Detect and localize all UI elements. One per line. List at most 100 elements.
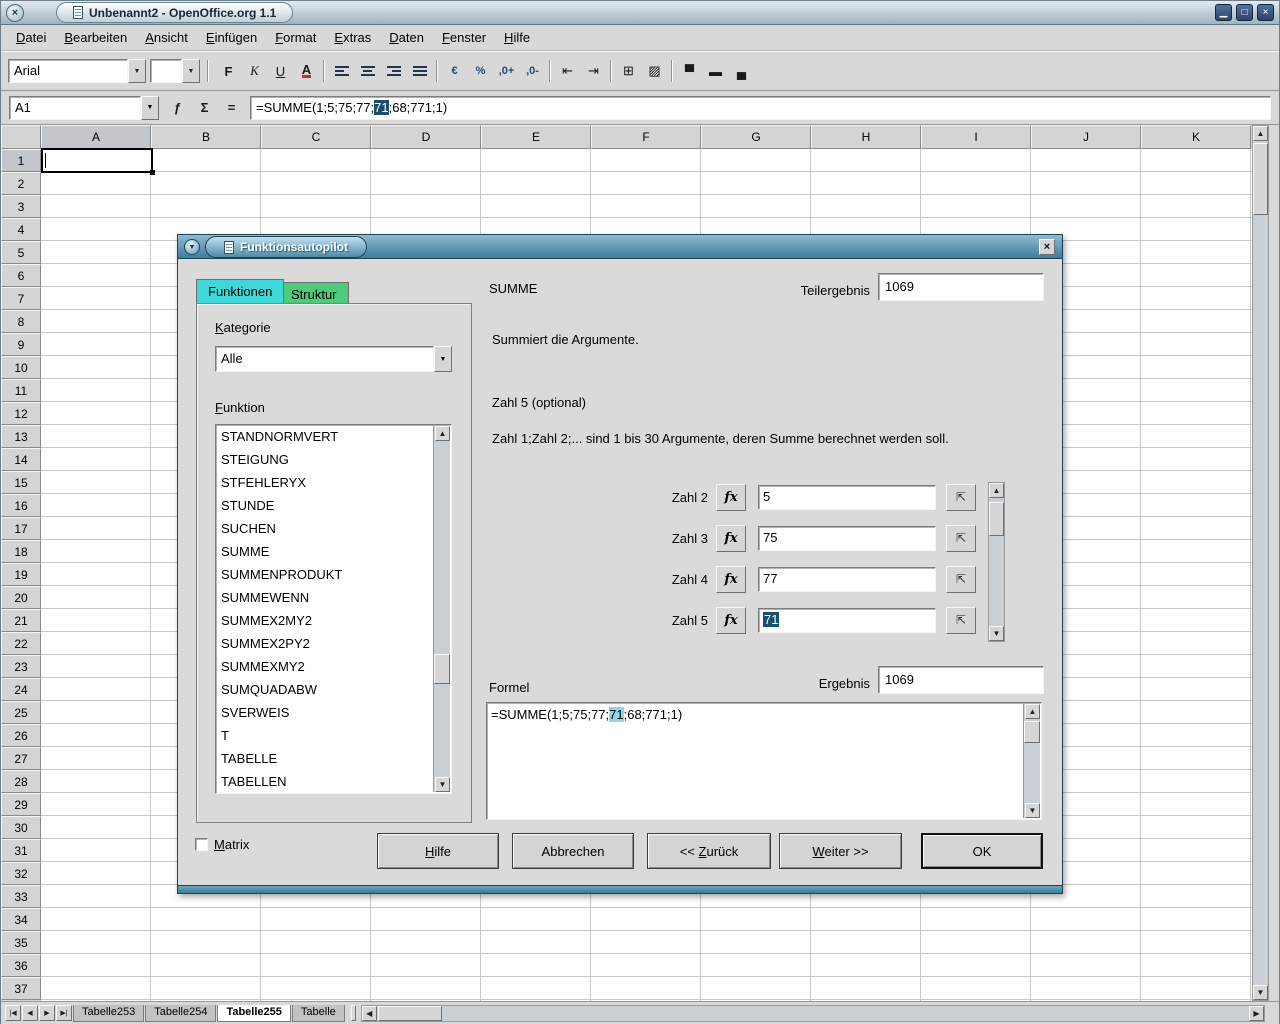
font-size-combo[interactable]: ▼ <box>150 59 200 83</box>
formula-textarea-scrollbar-thumb[interactable] <box>1024 721 1040 743</box>
tab-struktur[interactable]: Struktur <box>279 282 349 303</box>
dialog-shade-button[interactable]: ▼ <box>184 239 200 255</box>
font-name-dropdown-button[interactable]: ▼ <box>128 59 146 83</box>
row-header-2[interactable]: 2 <box>1 172 41 195</box>
argument-input[interactable]: 75 <box>758 526 936 551</box>
column-header-A[interactable]: A <box>41 125 151 149</box>
help-button[interactable]: Hilfe <box>377 833 499 869</box>
function-list-scrollbar-thumb[interactable] <box>434 654 450 684</box>
row-header-9[interactable]: 9 <box>1 333 41 356</box>
row-header-25[interactable]: 25 <box>1 701 41 724</box>
font-name-combo[interactable]: Arial ▼ <box>8 59 146 83</box>
tab-splitter-handle[interactable] <box>351 1005 356 1021</box>
row-header-1[interactable]: 1 <box>1 149 41 172</box>
row-header-8[interactable]: 8 <box>1 310 41 333</box>
column-header-D[interactable]: D <box>371 125 481 149</box>
sheet-tab-tabelle255[interactable]: Tabelle255 <box>217 1005 290 1022</box>
shrink-button[interactable]: ⇱ <box>946 484 976 511</box>
insert-function-button[interactable]: fx <box>716 525 746 552</box>
italic-button[interactable]: K <box>242 59 267 83</box>
align-justify-button[interactable] <box>407 59 432 83</box>
menu-extras[interactable]: Extras <box>325 27 380 48</box>
column-header-F[interactable]: F <box>591 125 701 149</box>
font-color-button[interactable]: A <box>294 59 319 83</box>
category-dropdown-button[interactable]: ▼ <box>434 346 452 372</box>
scroll-down-button[interactable]: ▼ <box>435 777 450 792</box>
last-sheet-button[interactable]: ▶| <box>56 1005 72 1021</box>
argument-scrollbar[interactable]: ▲ ▼ <box>988 482 1005 642</box>
background-color-button[interactable]: ▨ <box>642 59 667 83</box>
function-item-steigung[interactable]: STEIGUNG <box>217 449 433 472</box>
function-item-summex2my2[interactable]: SUMMEX2MY2 <box>217 610 433 633</box>
add-decimal-place-button[interactable]: ,0+ <box>494 59 519 83</box>
cell-reference-field[interactable]: A1 <box>9 96 141 120</box>
function-item-summex2py2[interactable]: SUMMEX2PY2 <box>217 633 433 656</box>
function-item-stfehleryx[interactable]: STFEHLERYX <box>217 472 433 495</box>
align-left-button[interactable] <box>329 59 354 83</box>
ok-button[interactable]: OK <box>921 833 1043 869</box>
next-button[interactable]: Weiter >> <box>779 833 902 869</box>
row-header-14[interactable]: 14 <box>1 448 41 471</box>
row-header-21[interactable]: 21 <box>1 609 41 632</box>
menu-format[interactable]: Format <box>266 27 325 48</box>
close-button[interactable]: × <box>1257 4 1274 21</box>
font-name-field[interactable]: Arial <box>8 59 128 83</box>
menu-ansicht[interactable]: Ansicht <box>136 27 197 48</box>
menu-daten[interactable]: Daten <box>380 27 433 48</box>
column-header-C[interactable]: C <box>261 125 371 149</box>
function-list-scrollbar[interactable]: ▲ ▼ <box>433 426 450 792</box>
borders-button[interactable]: ⊞ <box>616 59 641 83</box>
function-item-stunde[interactable]: STUNDE <box>217 495 433 518</box>
function-item-summewenn[interactable]: SUMMEWENN <box>217 587 433 610</box>
row-header-7[interactable]: 7 <box>1 287 41 310</box>
horizontal-scrollbar[interactable]: ◀ ▶ <box>361 1005 1265 1022</box>
insert-function-button[interactable]: fx <box>716 607 746 634</box>
row-header-20[interactable]: 20 <box>1 586 41 609</box>
row-header-28[interactable]: 28 <box>1 770 41 793</box>
scroll-down-button[interactable]: ▼ <box>1253 985 1268 1000</box>
underline-button[interactable]: U <box>268 59 293 83</box>
row-header-16[interactable]: 16 <box>1 494 41 517</box>
row-header-6[interactable]: 6 <box>1 264 41 287</box>
delete-decimal-place-button[interactable]: ,0- <box>520 59 545 83</box>
function-item-sverweis[interactable]: SVERWEIS <box>217 702 433 725</box>
cell-reference-dropdown-button[interactable]: ▼ <box>141 96 159 120</box>
insert-function-button[interactable]: fx <box>716 566 746 593</box>
function-item-tabelle[interactable]: TABELLE <box>217 748 433 771</box>
shrink-button[interactable]: ⇱ <box>946 607 976 634</box>
row-header-15[interactable]: 15 <box>1 471 41 494</box>
argument-scrollbar-thumb[interactable] <box>989 502 1004 536</box>
scroll-up-button[interactable]: ▲ <box>435 426 450 441</box>
function-item-t[interactable]: T <box>217 725 433 748</box>
scroll-left-button[interactable]: ◀ <box>362 1006 377 1021</box>
previous-sheet-button[interactable]: ◀ <box>22 1005 38 1021</box>
sheet-tab-tabelle254[interactable]: Tabelle254 <box>145 1005 216 1022</box>
argument-input[interactable]: 71 <box>758 608 936 633</box>
function-item-standnormvert[interactable]: STANDNORMVERT <box>217 426 433 449</box>
row-header-24[interactable]: 24 <box>1 678 41 701</box>
function-item-summe[interactable]: SUMME <box>217 541 433 564</box>
function-item-tabellen[interactable]: TABELLEN <box>217 771 433 792</box>
scroll-right-button[interactable]: ▶ <box>1249 1006 1264 1021</box>
active-cell-a1[interactable] <box>41 148 153 173</box>
formula-input[interactable]: =SUMME(1;5;75;77;71;68;771;1) <box>250 96 1271 120</box>
system-menu-button[interactable]: × <box>6 4 24 22</box>
menu-fenster[interactable]: Fenster <box>433 27 495 48</box>
column-header-K[interactable]: K <box>1141 125 1251 149</box>
scroll-down-button[interactable]: ▼ <box>1025 803 1040 818</box>
row-header-17[interactable]: 17 <box>1 517 41 540</box>
function-item-sumquadabw[interactable]: SUMQUADABW <box>217 679 433 702</box>
shrink-button[interactable]: ⇱ <box>946 566 976 593</box>
row-header-32[interactable]: 32 <box>1 862 41 885</box>
sheet-tab-tabelle253[interactable]: Tabelle253 <box>73 1005 144 1022</box>
formula-textarea[interactable]: =SUMME(1;5;75;77;71;68;771;1) ▲ ▼ <box>486 702 1042 820</box>
scroll-down-button[interactable]: ▼ <box>989 626 1004 641</box>
align-top-button[interactable]: ▀ <box>677 59 702 83</box>
column-header-I[interactable]: I <box>921 125 1031 149</box>
column-header-J[interactable]: J <box>1031 125 1141 149</box>
cell-reference-combo[interactable]: A1 ▼ <box>9 96 159 120</box>
sum-button[interactable]: Σ <box>192 96 217 120</box>
align-center-button[interactable] <box>355 59 380 83</box>
menu-einfügen[interactable]: Einfügen <box>197 27 266 48</box>
row-header-33[interactable]: 33 <box>1 885 41 908</box>
